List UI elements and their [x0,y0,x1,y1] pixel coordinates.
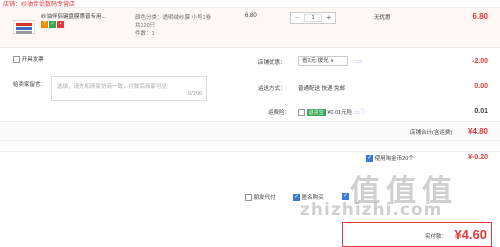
delivery-label: 运送方式： [258,86,286,92]
memo-placeholder: 选填，请先和商家协商一致，付款后商家可见 [57,84,168,90]
guarantee-badge-icon: 7 [41,21,48,28]
anonymous-checkbox[interactable] [293,193,300,201]
delivery-amount: 0.00 [474,83,488,90]
store-discount-select[interactable]: 省2元:拔光 ∨ [298,56,348,66]
info-icon[interactable]: ▭ⓘ [354,110,366,116]
invoice-option[interactable]: 开具发票 [13,55,44,63]
product-thumbnail[interactable] [13,20,35,34]
insurance-label: 运费险： [268,110,291,116]
coins-option[interactable]: 使用淘金币20个 [366,154,414,162]
pay-for-other-checkbox[interactable] [245,193,252,201]
sku-pieces: 件数：1 [135,31,155,37]
shop-badge-icon: ▪ [57,21,64,28]
unit-price: 6.80 [245,13,257,19]
insurance-amount: 0.01 [474,108,488,115]
shop-header: 店铺：纱油伴侣数码专营店 [0,0,500,8]
insurance-option[interactable]: 退货宝 ¥0.01元险 ▭ⓘ [298,107,365,116]
memo-textarea[interactable]: 选填，请先和商家协商一致，付款后商家可见 0/200 [51,76,207,101]
pay-for-other-label: 朋友代付 [253,195,276,201]
item-discount-note: 无优惠 [374,15,391,21]
store-total-amount: ¥4.80 [467,127,488,136]
pay-for-other-option[interactable]: 朋友代付 [245,193,276,201]
pay-label: 实付款： [424,234,447,240]
product-title[interactable]: 纱油伴侣键盘膜惠普专用... [41,14,133,21]
insurance-tag: 退货宝 [306,108,326,116]
invoice-label: 开具发票 [21,57,44,63]
coins-amount: ¥-0.20 [468,154,488,161]
quantity-input[interactable]: 1 [304,14,322,22]
service-badges: 7 ✓ ▪ [41,21,65,28]
pay-amount: ¥4.60 [454,227,487,242]
insurance-checkbox[interactable] [298,108,305,116]
increase-button[interactable]: + [323,13,335,23]
invoice-checkbox[interactable] [13,55,20,63]
store-discount-label: 店铺优惠： [258,60,286,66]
delivery-value: 普通配送 快递 免邮 [298,86,346,92]
coins-checkbox[interactable] [366,154,373,162]
memo-counter: 0/200 [188,91,202,97]
pay-summary-box: 实付款： ¥4.60 [342,222,492,247]
decrease-button[interactable]: − [291,13,303,23]
chat-icon[interactable]: ▭ [356,57,363,65]
item-subtotal: 6.80 [472,12,488,21]
extra-checkbox[interactable] [342,193,349,200]
quantity-stepper: − 1 + [290,12,336,24]
store-discount-amount: -2.00 [472,58,488,65]
coins-label: 使用淘金币20个 [374,156,414,162]
watermark-url: zhizhizhi.com [300,200,443,220]
product-sku: 颜色分类：透明绒纱膜 小号1卷 共120只 件数：1 [135,14,255,38]
shop-name[interactable]: 店铺：纱油伴侣数码专营店 [3,0,75,7]
insurance-value: ¥0.01元险 [327,110,353,116]
store-total-label: 店铺合计(含运费) [410,130,453,136]
sku-count: 共120只 [135,23,156,29]
sku-color: 颜色分类：透明绒纱膜 小号1卷 [135,15,212,21]
memo-label: 给卖家留言： [13,82,47,88]
quality-badge-icon: ✓ [49,21,56,28]
